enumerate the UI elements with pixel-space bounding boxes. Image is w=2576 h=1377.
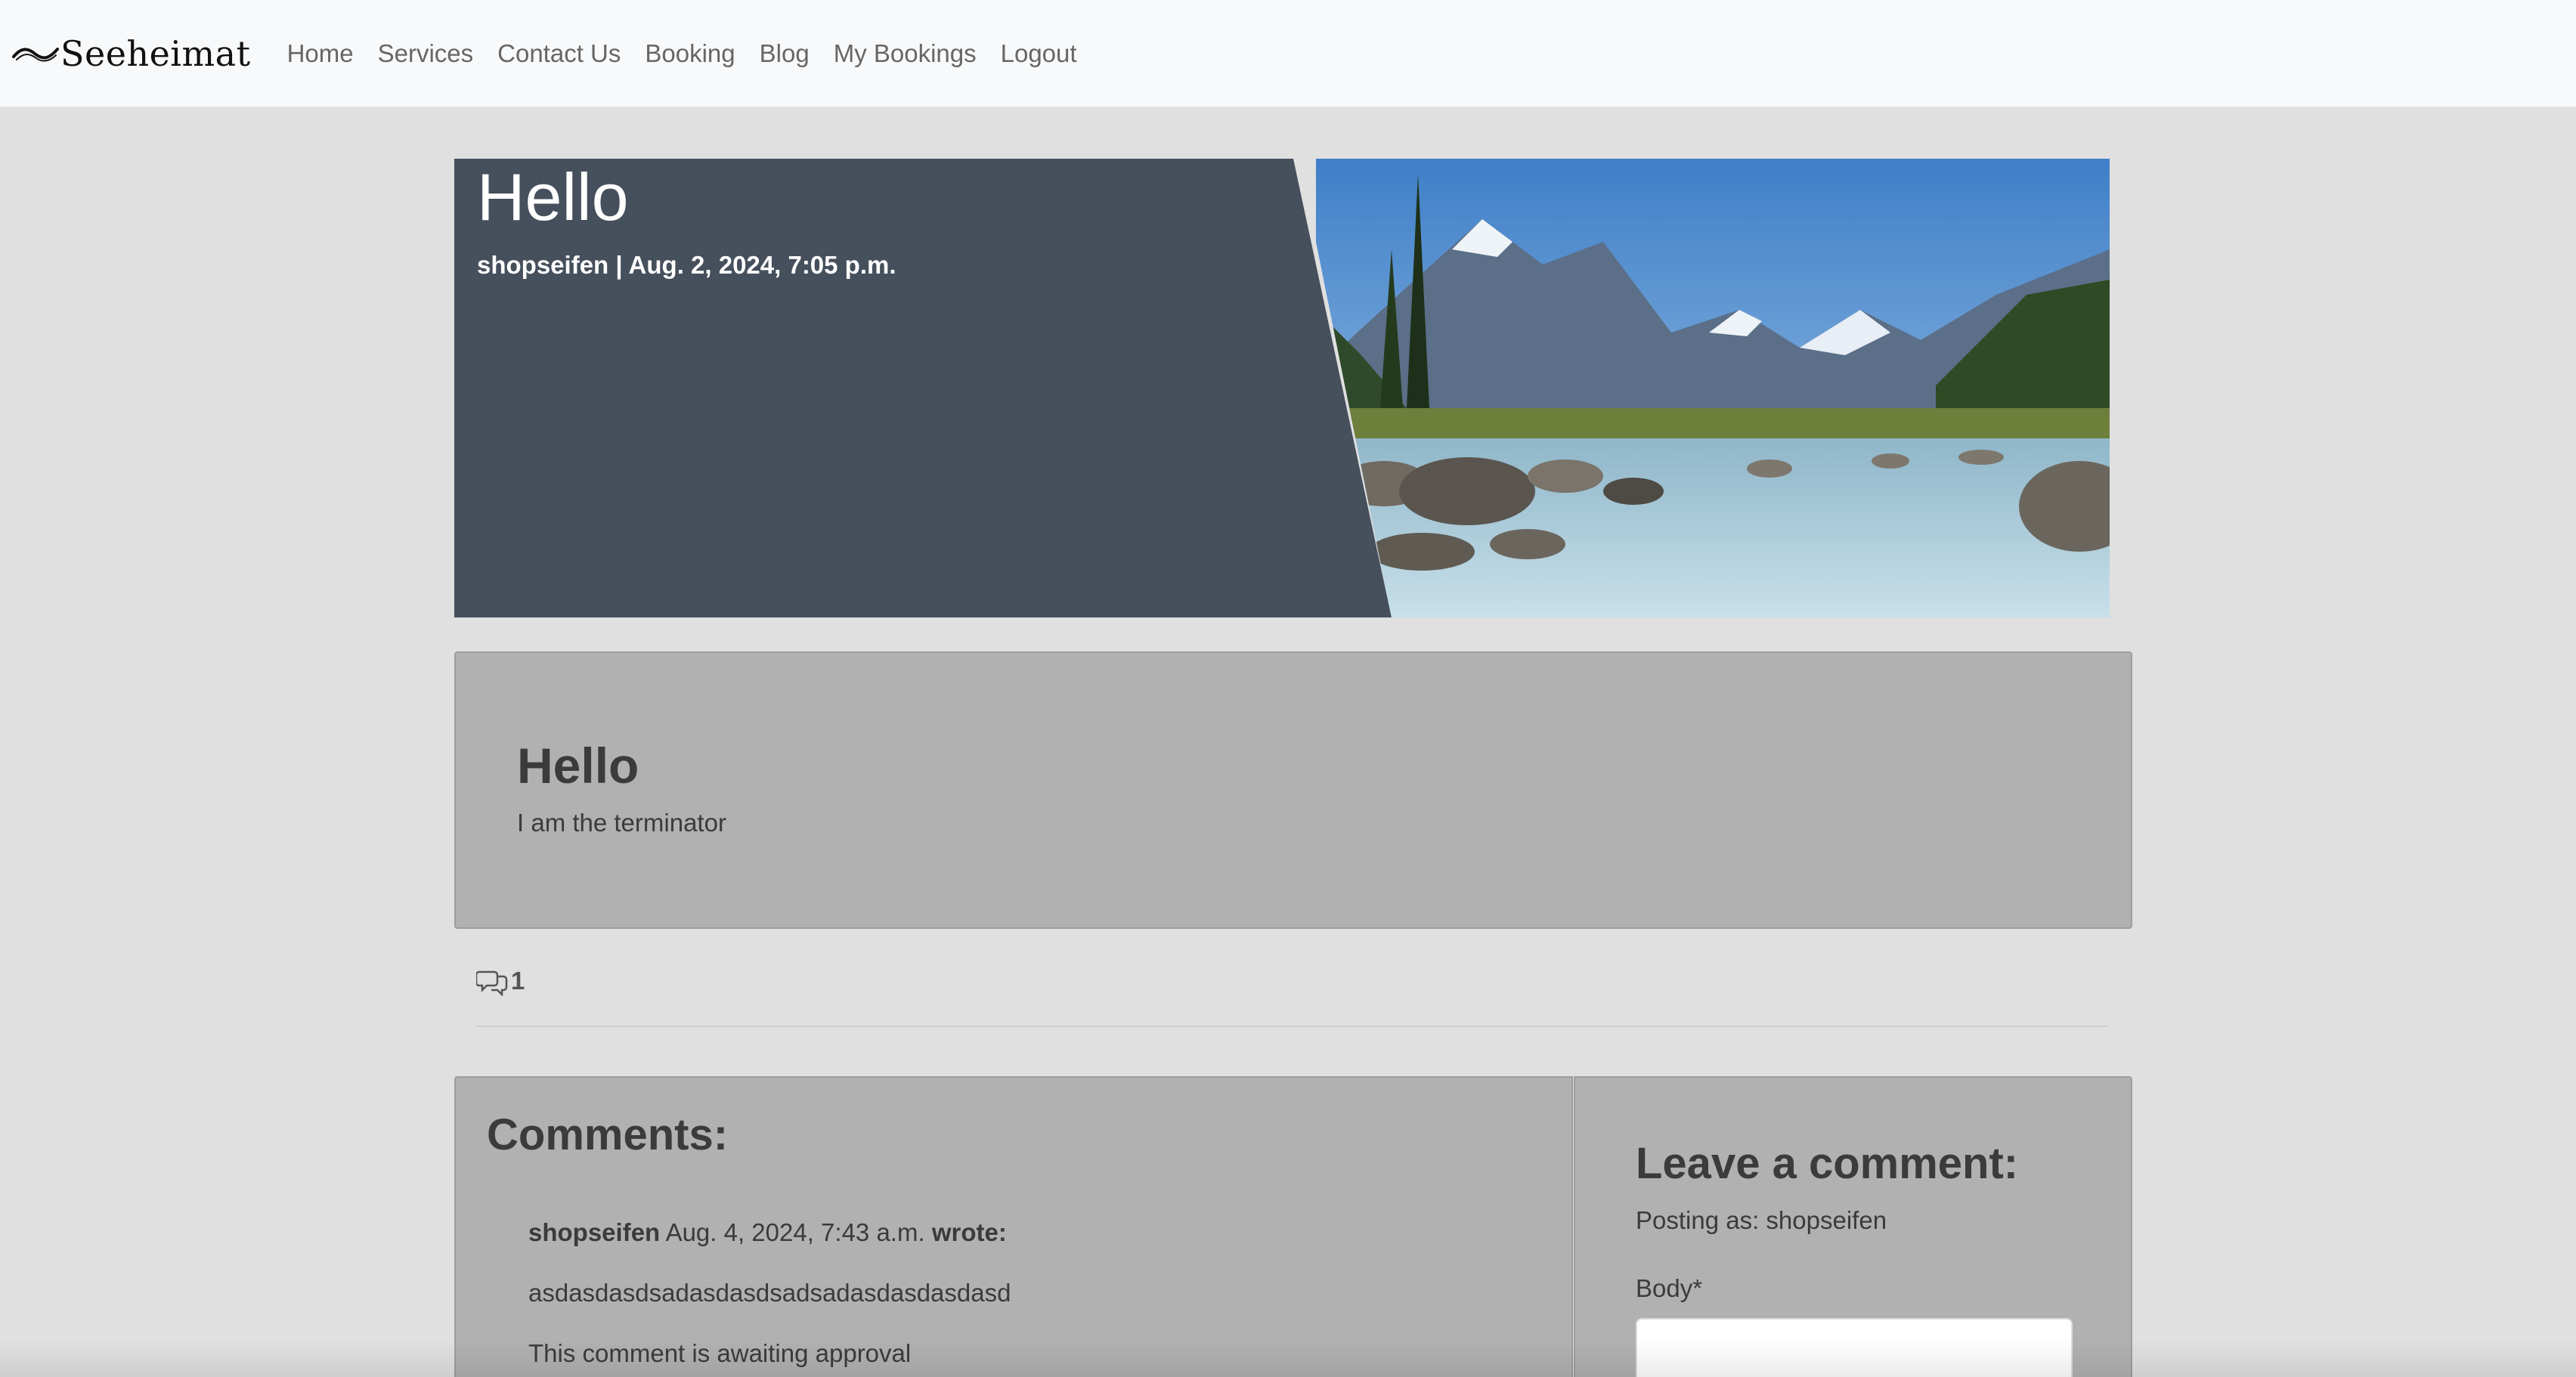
- comment-count-value: 1: [511, 967, 525, 995]
- nav-links: Home Services Contact Us Booking Blog My…: [287, 39, 1101, 68]
- brand-name: Seeheimat: [60, 32, 251, 74]
- nav-logout[interactable]: Logout: [1001, 39, 1077, 68]
- nav-my-bookings[interactable]: My Bookings: [834, 39, 977, 68]
- posting-as: Posting as: shopseifen: [1636, 1206, 1887, 1234]
- comment-body: asdasdasdsadasdasdsadsadasdasdasdasd: [528, 1279, 1011, 1307]
- brand-link[interactable]: Seeheimat: [12, 33, 251, 74]
- post-card: Hello I am the terminator: [454, 651, 2132, 929]
- nav-services[interactable]: Services: [378, 39, 474, 68]
- hero-image: [1316, 159, 2110, 617]
- post-body: I am the terminator: [517, 809, 726, 837]
- body-label: Body*: [1636, 1274, 1703, 1302]
- navbar: Seeheimat Home Services Contact Us Booki…: [0, 0, 2576, 107]
- comment-meta: shopseifen Aug. 4, 2024, 7:43 a.m. wrote…: [528, 1218, 1007, 1247]
- comment-wrote: wrote:: [931, 1218, 1007, 1246]
- leave-comment-section: Leave a comment: Posting as: shopseifen …: [1574, 1076, 2132, 1377]
- nav-contact-us[interactable]: Contact Us: [497, 39, 621, 68]
- divider: [476, 1026, 2109, 1027]
- comments-section: Comments: shopseifen Aug. 4, 2024, 7:43 …: [454, 1076, 1573, 1377]
- comments-heading: Comments:: [487, 1110, 729, 1159]
- hero-title: Hello: [477, 159, 629, 234]
- nav-blog[interactable]: Blog: [760, 39, 810, 68]
- nav-booking[interactable]: Booking: [645, 39, 735, 68]
- comment-date: Aug. 4, 2024, 7:43 a.m.: [665, 1218, 925, 1246]
- comment-author: shopseifen: [528, 1218, 661, 1246]
- post-hero: Hello shopseifen | Aug. 2, 2024, 7:05 p.…: [454, 159, 2110, 617]
- wave-icon: [12, 47, 59, 61]
- hero-meta: shopseifen | Aug. 2, 2024, 7:05 p.m.: [477, 251, 896, 279]
- chat-bubbles-icon: [476, 970, 508, 996]
- comment-status: This comment is awaiting approval: [528, 1339, 912, 1367]
- leave-comment-heading: Leave a comment:: [1636, 1139, 2019, 1188]
- comment-count: 1: [476, 966, 525, 996]
- post-title: Hello: [517, 738, 639, 794]
- hero-panel: Hello shopseifen | Aug. 2, 2024, 7:05 p.…: [454, 159, 1392, 617]
- comment-body-input[interactable]: [1636, 1318, 2073, 1377]
- nav-home[interactable]: Home: [287, 39, 354, 68]
